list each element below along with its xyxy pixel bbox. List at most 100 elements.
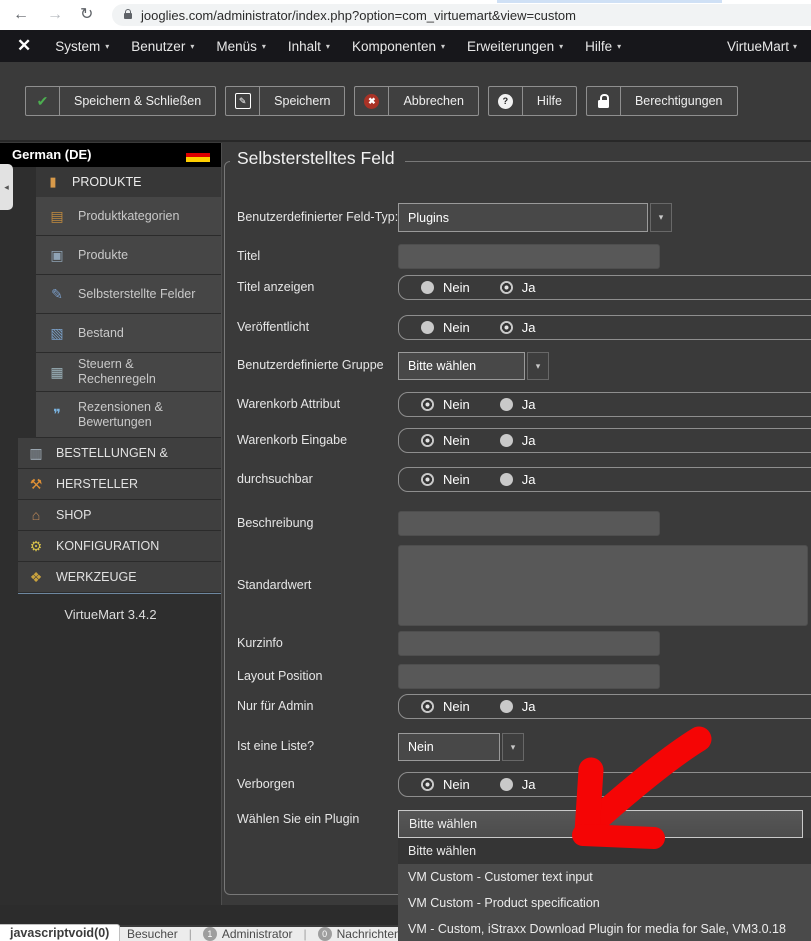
nur-fuer-admin-radio-ja[interactable] (500, 700, 513, 713)
titel-anzeigen-radio-nein[interactable] (421, 281, 434, 294)
help-icon: ? (489, 87, 523, 115)
sidebar-section-hersteller[interactable]: ⚒HERSTELLER (18, 469, 221, 500)
field-label-verborgen: Verborgen (237, 777, 295, 791)
menu-item-inhalt[interactable]: Inhalt▾ (277, 39, 341, 54)
ist-eine-liste-select-caret[interactable]: ▾ (502, 733, 524, 761)
plugin-option[interactable]: VM Custom - Customer text input (398, 864, 811, 890)
menu-item-komponenten[interactable]: Komponenten▾ (341, 39, 456, 54)
sidebar-item-label: Selbsterstellte Felder (78, 287, 203, 302)
chevron-down-icon: ▾ (793, 42, 797, 51)
plugin-select[interactable]: Bitte wählen (398, 810, 803, 838)
screen: ← → ↻ jooglies.com/administrator/index.p… (0, 0, 811, 941)
sidebar-item-bestand[interactable]: ▧Bestand (36, 314, 221, 353)
messages-count-badge: 0 (318, 927, 332, 941)
toolbar-button-speichern[interactable]: ✎Speichern (225, 86, 345, 116)
chevron-down-icon: ▾ (617, 42, 621, 51)
footer-admin[interactable]: 1 Administrator (203, 927, 293, 941)
ist-eine-liste-select[interactable]: Nein (398, 733, 500, 761)
standardwert-input[interactable] (398, 545, 808, 626)
package-icon: ▮ (44, 174, 62, 190)
page-title: Selbsterstelltes Feld (230, 148, 405, 169)
durchsuchbar-radio-nein[interactable] (421, 473, 434, 486)
feldtyp-select[interactable]: Plugins (398, 203, 648, 232)
radio-option-label: Ja (522, 472, 536, 487)
sidebar-section-label: WERKZEUGE (56, 570, 137, 584)
durchsuchbar-radio-ja[interactable] (500, 473, 513, 486)
menu-label: Benutzer (131, 39, 185, 54)
plugin-option[interactable]: VM Custom - Product specification (398, 890, 811, 916)
menu-label: Erweiterungen (467, 39, 554, 54)
radio-option-label: Ja (522, 397, 536, 412)
menu-item-system[interactable]: System▾ (44, 39, 120, 54)
check-icon: ✔ (26, 87, 60, 115)
plugin-option[interactable]: VM - Custom, iStraxx Download Plugin for… (398, 916, 811, 941)
sidebar-section-bestellungen[interactable]: ▥BESTELLUNGEN & (18, 438, 221, 469)
verborgen-radio-nein[interactable] (421, 778, 434, 791)
beschreibung-input[interactable] (398, 511, 660, 536)
virtuemart-version: VirtueMart 3.4.2 (0, 607, 221, 622)
feldtyp-select-caret[interactable]: ▾ (650, 203, 672, 232)
toolbar-button-berechtigungen[interactable]: Berechtigungen (586, 86, 738, 116)
sidebar-item-steuernrechenregeln[interactable]: ▦Steuern & Rechenregeln (36, 353, 221, 392)
plugin-option[interactable]: Bitte wählen (398, 838, 811, 864)
toolbar-button-abbrechen[interactable]: ✖Abbrechen (354, 86, 478, 116)
sidebar-collapse-handle[interactable]: ◂ (0, 164, 13, 210)
sidebar-section-label: BESTELLUNGEN & (56, 446, 168, 460)
language-header: German (DE) (0, 143, 221, 167)
address-bar[interactable]: jooglies.com/administrator/index.php?opt… (112, 4, 811, 26)
nur-fuer-admin-radio-nein[interactable] (421, 700, 434, 713)
sidebar-section-werkzeuge[interactable]: ❖WERKZEUGE (18, 562, 221, 593)
sidebar-item-label: Steuern & Rechenregeln (78, 357, 221, 387)
sidebar-item-rezensionenbewertungen[interactable]: ❞Rezensionen & Bewertungen (36, 392, 221, 438)
sidebar-item-selbsterstelltefelder[interactable]: ✎Selbsterstellte Felder (36, 275, 221, 314)
sidebar-section-konfiguration[interactable]: ⚙KONFIGURATION (18, 531, 221, 562)
toolbar-button-label: Hilfe (523, 94, 576, 108)
menu-item-virtuemart[interactable]: VirtueMart ▾ (721, 39, 803, 54)
sidebar-section-label: KONFIGURATION (56, 539, 159, 553)
pencil-icon: ✎ (226, 87, 260, 115)
warenkorb-attribut-radio-ja[interactable] (500, 398, 513, 411)
chevron-down-icon: ▾ (441, 42, 445, 51)
joomla-logo-icon[interactable]: ✕ (17, 36, 31, 56)
veroeffentlicht-radio-nein[interactable] (421, 321, 434, 334)
browser-back-icon[interactable]: ← (13, 4, 29, 26)
warenkorb-eingabe-radio-ja[interactable] (500, 434, 513, 447)
footer-visitors[interactable]: Besucher (127, 927, 178, 941)
sidebar-section-shop[interactable]: ⌂SHOP (18, 500, 221, 531)
titel-input[interactable] (398, 244, 660, 269)
menu-item-benutzer[interactable]: Benutzer ▾ (120, 39, 205, 54)
browser-forward-icon[interactable]: → (47, 4, 63, 26)
sidebar-item-produktkategorien[interactable]: ▤Produktkategorien (36, 197, 221, 236)
footer-admin-label: Administrator (222, 927, 293, 941)
field-label-warenkorb-eingabe: Warenkorb Eingabe (237, 433, 347, 447)
gruppe-select-caret[interactable]: ▾ (527, 352, 549, 380)
sidebar-section-produkte[interactable]: ▮ PRODUKTE (36, 167, 221, 198)
browser-reload-icon[interactable]: ↻ (80, 4, 93, 26)
menu-item-mens[interactable]: Menüs▾ (205, 39, 277, 54)
radio-option-label: Nein (443, 777, 470, 792)
sidebar-item-produkte[interactable]: ▣Produkte (36, 236, 221, 275)
field-label-warenkorb-attribut: Warenkorb Attribut (237, 397, 340, 411)
menu-item-hilfe[interactable]: Hilfe▾ (574, 39, 632, 54)
sidebar-section-label: HERSTELLER (56, 477, 138, 491)
warenkorb-eingabe-radio-nein[interactable] (421, 434, 434, 447)
toolbar-button-hilfe[interactable]: ?Hilfe (488, 86, 577, 116)
sidebar-section-label: PRODUKTE (72, 175, 141, 189)
warenkorb-attribut-radio-nein[interactable] (421, 398, 434, 411)
titel-anzeigen-radio-ja[interactable] (500, 281, 513, 294)
footer-separator: | (304, 927, 307, 941)
toolbar-button-speichern---schlie-en[interactable]: ✔Speichern & Schließen (25, 86, 216, 116)
gruppe-select[interactable]: Bitte wählen (398, 352, 525, 380)
layout-position-input[interactable] (398, 664, 660, 689)
menu-item-erweiterungen[interactable]: Erweiterungen▾ (456, 39, 574, 54)
veroeffentlicht-radio-ja[interactable] (500, 321, 513, 334)
https-lock-icon (124, 13, 132, 19)
veroeffentlicht-radio-group: NeinJa (398, 315, 811, 340)
sidebar: German (DE) ▮ PRODUKTE ▤Produktkategorie… (0, 143, 222, 905)
chevron-down-icon: ▾ (190, 42, 194, 51)
check-icon: ✔ (37, 93, 49, 110)
verborgen-radio-ja[interactable] (500, 778, 513, 791)
admin-menubar: ✕ System▾ Benutzer ▾ Menüs▾Inhalt▾Komponent… (0, 30, 811, 62)
kurzinfo-input[interactable] (398, 631, 660, 656)
footer-messages[interactable]: 0 Nachrichten (318, 927, 401, 941)
